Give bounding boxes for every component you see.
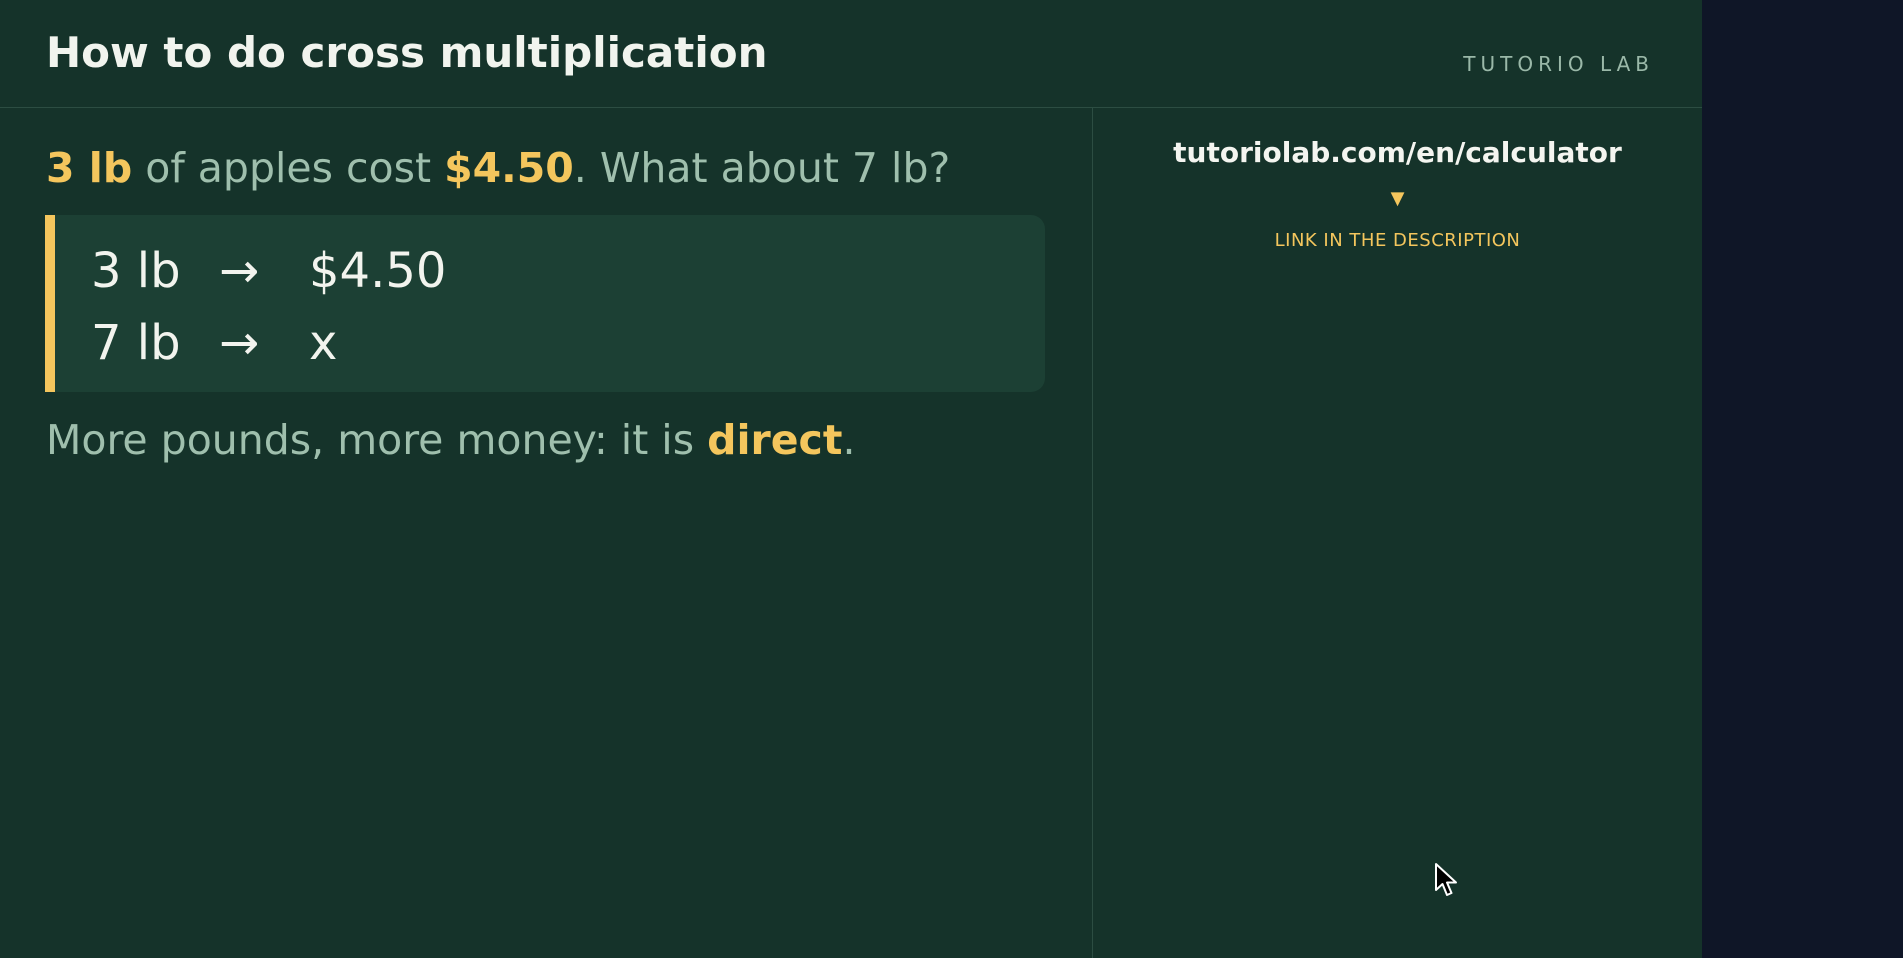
problem-text-1: of apples cost bbox=[132, 144, 445, 192]
problem-text-2: . What about 7 lb? bbox=[573, 144, 951, 192]
proportion-card: 3 lb → $4.50 7 lb → x bbox=[45, 215, 1045, 392]
row-1-value: $4.50 bbox=[309, 243, 447, 299]
conclusion-keyword: direct bbox=[707, 416, 843, 464]
header-bar: How to do cross multiplication TUTORIO L… bbox=[0, 0, 1702, 108]
problem-price: $4.50 bbox=[444, 144, 574, 192]
row-1-quantity: 3 lb bbox=[91, 243, 181, 299]
proportion-row-1: 3 lb → $4.50 bbox=[91, 243, 446, 299]
conclusion-text: More pounds, more money: it is direct. bbox=[46, 416, 855, 464]
problem-quantity: 3 lb bbox=[46, 144, 133, 192]
slide-stage: How to do cross multiplication TUTORIO L… bbox=[0, 0, 1702, 958]
mouse-pointer-icon bbox=[1435, 863, 1457, 896]
right-arrow-icon: → bbox=[219, 315, 260, 371]
row-2-quantity: 7 lb bbox=[91, 315, 181, 371]
page-title: How to do cross multiplication bbox=[46, 28, 768, 77]
calculator-url: tutoriolab.com/en/calculator bbox=[1173, 136, 1622, 169]
conclusion-text-2: . bbox=[842, 416, 856, 464]
lesson-panel: 3 lb of apples cost $4.50. What about 7 … bbox=[0, 108, 1093, 958]
problem-statement: 3 lb of apples cost $4.50. What about 7 … bbox=[46, 144, 950, 192]
pointer-down-icon: ▼ bbox=[1390, 188, 1405, 209]
row-2-value: x bbox=[309, 315, 338, 371]
brand-logo-text: TUTORIO LAB bbox=[1463, 52, 1654, 76]
proportion-row-2: 7 lb → x bbox=[91, 315, 337, 371]
right-arrow-icon: → bbox=[219, 243, 260, 299]
conclusion-text-1: More pounds, more money: it is bbox=[46, 416, 708, 464]
link-caption: LINK IN THE DESCRIPTION bbox=[1274, 230, 1521, 251]
link-panel: tutoriolab.com/en/calculator ▼ LINK IN T… bbox=[1093, 108, 1702, 958]
